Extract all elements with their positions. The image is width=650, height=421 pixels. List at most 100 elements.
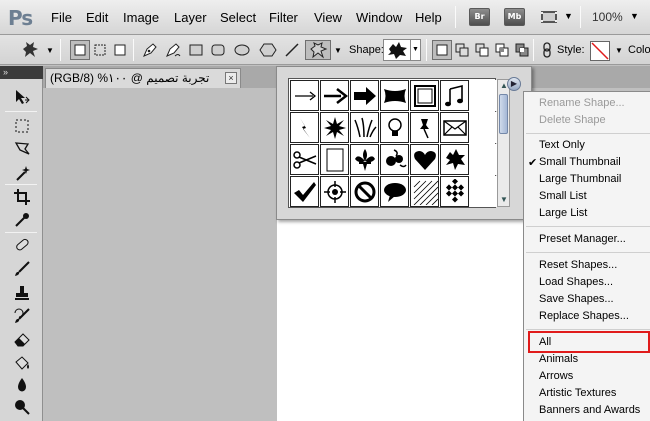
shape-cell[interactable] [440, 80, 469, 111]
shape-cell[interactable] [320, 144, 349, 175]
healing-brush-tool[interactable] [12, 235, 32, 255]
menu-small-thumbnail[interactable]: Small Thumbnail [539, 156, 621, 168]
blur-tool[interactable] [12, 375, 32, 395]
menu-all[interactable]: All [539, 336, 551, 348]
history-brush-tool[interactable] [12, 306, 32, 326]
menu-filter[interactable]: Filter [269, 10, 298, 25]
paint-bucket-tool[interactable] [12, 353, 32, 373]
shape-preview[interactable] [383, 39, 411, 61]
chevron-down-icon[interactable]: ▼ [630, 11, 639, 21]
shape-cell[interactable] [410, 80, 439, 111]
chevron-down-icon[interactable]: ▼ [46, 46, 54, 55]
brush-tool[interactable] [12, 259, 32, 279]
add-to-shape-button[interactable] [452, 40, 472, 60]
shape-cell[interactable] [380, 144, 409, 175]
scroll-down-arrow-icon[interactable]: ▼ [499, 195, 509, 205]
menu-artistic-textures[interactable]: Artistic Textures [539, 387, 616, 399]
clone-stamp-tool[interactable] [12, 283, 32, 303]
new-shape-layer-button[interactable] [432, 40, 452, 60]
tools-panel-header[interactable]: » [0, 66, 43, 79]
freeform-pen-button[interactable] [163, 40, 183, 60]
view-extras-button[interactable] [539, 7, 559, 27]
menu-large-thumbnail[interactable]: Large Thumbnail [539, 173, 621, 185]
link-style-button[interactable] [537, 40, 557, 60]
shape-cell[interactable] [440, 112, 469, 143]
lasso-tool[interactable] [12, 139, 32, 159]
menu-save-shapes[interactable]: Save Shapes... [539, 293, 614, 305]
menu-text-only[interactable]: Text Only [539, 139, 585, 151]
menu-small-list[interactable]: Small List [539, 190, 587, 202]
scrollbar-thumb[interactable] [499, 94, 508, 134]
menu-file[interactable]: File [51, 10, 72, 25]
shape-cell[interactable] [290, 112, 319, 143]
shape-dropdown-arrow[interactable]: ▼ [411, 39, 421, 61]
shape-cell[interactable] [440, 176, 469, 207]
line-tool-button[interactable] [282, 40, 302, 60]
move-tool[interactable] [12, 87, 32, 107]
style-swatch[interactable] [590, 41, 610, 61]
magic-wand-tool[interactable] [12, 163, 32, 183]
intersect-shape-button[interactable] [492, 40, 512, 60]
close-icon[interactable]: × [225, 72, 237, 84]
shape-cell[interactable] [290, 80, 319, 111]
rectangle-tool-button[interactable] [186, 40, 206, 60]
shape-cell[interactable] [350, 80, 379, 111]
rounded-rectangle-button[interactable] [208, 40, 228, 60]
bridge-button[interactable]: Br [469, 8, 490, 26]
shape-cell[interactable] [350, 144, 379, 175]
shape-cell[interactable] [380, 176, 409, 207]
chevron-down-icon[interactable]: ▼ [564, 11, 573, 21]
minibridge-button[interactable]: Mb [504, 8, 525, 26]
eraser-tool[interactable] [12, 329, 32, 349]
menu-view[interactable]: View [314, 10, 342, 25]
shape-cell[interactable] [350, 176, 379, 207]
shape-cell[interactable] [290, 144, 319, 175]
shape-cell[interactable] [380, 80, 409, 111]
menu-large-list[interactable]: Large List [539, 207, 587, 219]
menu-load-shapes[interactable]: Load Shapes... [539, 276, 613, 288]
marquee-tool[interactable] [12, 116, 32, 136]
exclude-shape-button[interactable] [512, 40, 532, 60]
chevron-down-icon[interactable]: ▼ [615, 46, 623, 55]
zoom-level[interactable]: 100% [592, 10, 623, 24]
document-tab[interactable]: تجربة تصميم @ ١٠٠% (RGB/8) × [45, 68, 241, 88]
tool-preset-picker[interactable] [20, 40, 40, 60]
menu-animals[interactable]: Animals [539, 353, 578, 365]
crop-tool[interactable] [12, 187, 32, 207]
menu-arrows[interactable]: Arrows [539, 370, 573, 382]
shape-cell[interactable] [290, 176, 319, 207]
menu-layer[interactable]: Layer [174, 10, 207, 25]
menu-window[interactable]: Window [356, 10, 402, 25]
shape-layers-button[interactable] [70, 40, 90, 60]
shape-cell[interactable] [320, 176, 349, 207]
ellipse-tool-button[interactable] [232, 40, 252, 60]
fill-pixels-button[interactable] [110, 40, 130, 60]
subtract-shape-button[interactable] [472, 40, 492, 60]
shape-cell[interactable] [440, 144, 469, 175]
shape-cell[interactable] [410, 112, 439, 143]
collapse-icon[interactable]: » [3, 67, 8, 77]
custom-shape-button[interactable] [305, 40, 331, 60]
pen-tool-button[interactable] [140, 40, 160, 60]
dodge-tool[interactable] [12, 397, 32, 417]
shape-cell[interactable] [320, 80, 349, 111]
paths-button[interactable] [90, 40, 110, 60]
picker-menu-button[interactable]: ▶ [507, 77, 521, 91]
menu-replace-shapes[interactable]: Replace Shapes... [539, 310, 629, 322]
menu-select[interactable]: Select [220, 10, 256, 25]
menu-edit[interactable]: Edit [86, 10, 108, 25]
menu-preset-manager[interactable]: Preset Manager... [539, 233, 626, 245]
shape-picker-scrollbar[interactable]: ▲ ▼ [497, 79, 510, 207]
polygon-tool-button[interactable] [258, 40, 278, 60]
shape-cell[interactable] [380, 112, 409, 143]
menu-help[interactable]: Help [415, 10, 442, 25]
menu-banners-and-awards[interactable]: Banners and Awards [539, 404, 640, 416]
chevron-down-icon[interactable]: ▼ [334, 46, 342, 55]
shape-cell[interactable] [350, 112, 379, 143]
menu-reset-shapes[interactable]: Reset Shapes... [539, 259, 617, 271]
shape-cell[interactable] [320, 112, 349, 143]
menu-image[interactable]: Image [123, 10, 159, 25]
eyedropper-tool[interactable] [12, 210, 32, 230]
shape-cell[interactable] [410, 144, 439, 175]
shape-cell[interactable] [410, 176, 439, 207]
